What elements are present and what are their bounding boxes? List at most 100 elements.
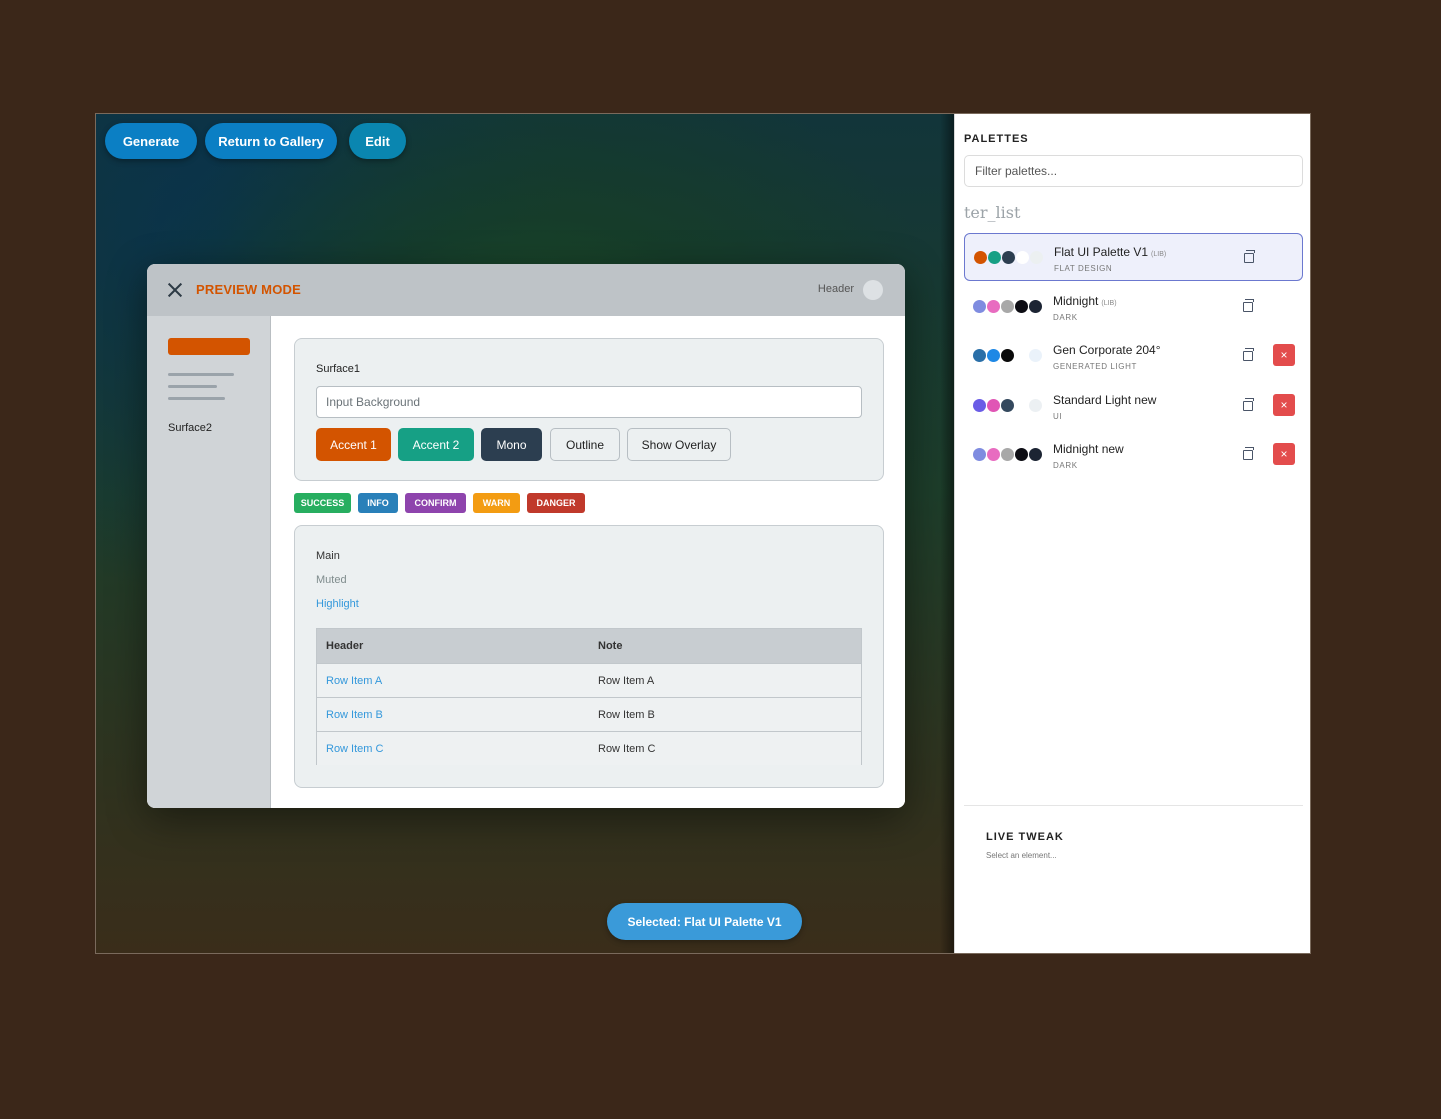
- copy-icon[interactable]: [1244, 250, 1255, 263]
- preview-stage: Generate Return to Gallery Edit PREVIEW …: [96, 114, 954, 953]
- filter-palettes-input[interactable]: Filter palettes...: [964, 155, 1303, 187]
- table-row: Row Item A Row Item A: [317, 663, 861, 697]
- palette-category: GENERATED LIGHT: [1053, 362, 1137, 371]
- live-tweak-title: LIVE TWEAK: [986, 831, 1064, 843]
- palette-swatch: [973, 448, 986, 461]
- table-row: Row Item B Row Item B: [317, 697, 861, 731]
- table-cell: Row Item C: [598, 743, 656, 755]
- preview-modal: PREVIEW MODE Header Surface2 Surface1 In…: [147, 264, 905, 808]
- modal-header: PREVIEW MODE Header: [147, 264, 905, 316]
- divider: [964, 805, 1303, 806]
- palette-swatch: [1030, 251, 1043, 264]
- palette-name-text: Midnight new: [1053, 442, 1124, 456]
- palette-item[interactable]: Gen Corporate 204° GENERATED LIGHT ×: [964, 332, 1303, 380]
- table-cell-link[interactable]: Row Item A: [326, 675, 382, 687]
- surface2-card: Main Muted Highlight Header Note Row Ite…: [294, 525, 884, 788]
- stray-text: ter_list: [964, 203, 1021, 222]
- palette-swatch: [1015, 300, 1028, 313]
- sidebar-accent-bar: [168, 338, 250, 355]
- palette-swatch: [1016, 251, 1029, 264]
- surface1-card: Surface1 Input Background Accent 1 Accen…: [294, 338, 884, 481]
- edit-button[interactable]: Edit: [349, 123, 406, 159]
- palette-swatch: [1001, 349, 1014, 362]
- table-header-row: Header Note: [317, 629, 861, 663]
- warn-badge: WARN: [473, 493, 520, 513]
- palette-swatch: [1029, 300, 1042, 313]
- success-badge: SUCCESS: [294, 493, 351, 513]
- palette-item[interactable]: Standard Light new UI ×: [964, 382, 1303, 430]
- copy-icon[interactable]: [1243, 398, 1254, 411]
- selected-palette-toast: Selected: Flat UI Palette V1: [607, 903, 802, 940]
- sidebar-surface-label: Surface2: [168, 422, 213, 434]
- header-label: Header: [817, 283, 854, 295]
- palette-swatch: [1029, 448, 1042, 461]
- palette-swatch: [1001, 399, 1014, 412]
- palette-swatch: [1015, 399, 1028, 412]
- table-cell-link[interactable]: Row Item C: [326, 743, 383, 755]
- palette-name: Midnight (LIB): [1053, 294, 1117, 308]
- palette-category: DARK: [1053, 461, 1078, 470]
- palette-swatch: [973, 300, 986, 313]
- modal-title: PREVIEW MODE: [196, 282, 301, 297]
- table-cell-link[interactable]: Row Item B: [326, 709, 383, 721]
- palette-swatch: [987, 300, 1000, 313]
- palette-name-text: Flat UI Palette V1: [1054, 245, 1149, 259]
- palette-name: Standard Light new: [1053, 393, 1156, 407]
- palette-swatch: [1015, 349, 1028, 362]
- delete-palette-button[interactable]: ×: [1273, 443, 1295, 465]
- palette-swatch: [1001, 448, 1014, 461]
- table-header-cell: Note: [598, 640, 623, 652]
- palette-item[interactable]: Flat UI Palette V1 (LIB) FLAT DESIGN: [964, 233, 1303, 281]
- copy-icon[interactable]: [1243, 299, 1254, 312]
- palette-name: Gen Corporate 204°: [1053, 343, 1161, 357]
- panel-title: PALETTES: [964, 133, 1029, 145]
- palette-swatch: [1001, 300, 1014, 313]
- sidebar-line: [168, 385, 217, 388]
- copy-icon[interactable]: [1243, 348, 1254, 361]
- return-to-gallery-button[interactable]: Return to Gallery: [205, 123, 337, 159]
- confirm-badge: CONFIRM: [405, 493, 466, 513]
- danger-badge: DANGER: [527, 493, 585, 513]
- accent2-button[interactable]: Accent 2: [398, 428, 474, 461]
- generate-button[interactable]: Generate: [105, 123, 197, 159]
- delete-palette-button[interactable]: ×: [1273, 394, 1295, 416]
- modal-sidebar: Surface2: [147, 316, 271, 808]
- palette-name: Flat UI Palette V1 (LIB): [1054, 245, 1166, 259]
- palette-swatch: [1002, 251, 1015, 264]
- palette-swatch: [987, 448, 1000, 461]
- table-header-cell: Header: [326, 640, 364, 652]
- palette-name-text: Gen Corporate 204°: [1053, 343, 1161, 357]
- table-cell: Row Item B: [598, 709, 655, 721]
- table-row: Row Item C Row Item C: [317, 731, 861, 765]
- palette-item[interactable]: Midnight (LIB) DARK: [964, 283, 1303, 331]
- sidebar-line: [168, 397, 225, 400]
- palette-swatch: [973, 349, 986, 362]
- info-badge: INFO: [358, 493, 398, 513]
- accent1-button[interactable]: Accent 1: [316, 428, 391, 461]
- show-overlay-button[interactable]: Show Overlay: [627, 428, 731, 461]
- copy-icon[interactable]: [1243, 447, 1254, 460]
- palette-category: DARK: [1053, 313, 1078, 322]
- preview-table: Header Note Row Item A Row Item A Row It…: [316, 628, 862, 765]
- palette-name-text: Midnight: [1053, 294, 1099, 308]
- delete-palette-button[interactable]: ×: [1273, 344, 1295, 366]
- highlight-text[interactable]: Highlight: [316, 598, 359, 610]
- palette-swatch: [988, 251, 1001, 264]
- app-window: Generate Return to Gallery Edit PREVIEW …: [95, 113, 1311, 954]
- modal-content: Surface1 Input Background Accent 1 Accen…: [272, 316, 905, 808]
- palette-swatch: [1015, 448, 1028, 461]
- surface1-label: Surface1: [316, 363, 361, 375]
- palette-category: FLAT DESIGN: [1054, 264, 1113, 273]
- sidebar-line: [168, 373, 234, 376]
- palette-lib-tag: (LIB): [1101, 300, 1117, 307]
- close-icon[interactable]: [167, 282, 183, 298]
- mono-button[interactable]: Mono: [481, 428, 542, 461]
- palette-item[interactable]: Midnight new DARK ×: [964, 431, 1303, 479]
- palette-lib-tag: (LIB): [1151, 251, 1167, 258]
- palette-name: Midnight new: [1053, 442, 1124, 456]
- palette-name-text: Standard Light new: [1053, 393, 1157, 407]
- palettes-panel: PALETTES Filter palettes... ter_list Fla…: [954, 114, 1310, 953]
- input-background-field[interactable]: Input Background: [316, 386, 862, 418]
- palette-swatch: [987, 349, 1000, 362]
- outline-button[interactable]: Outline: [550, 428, 620, 461]
